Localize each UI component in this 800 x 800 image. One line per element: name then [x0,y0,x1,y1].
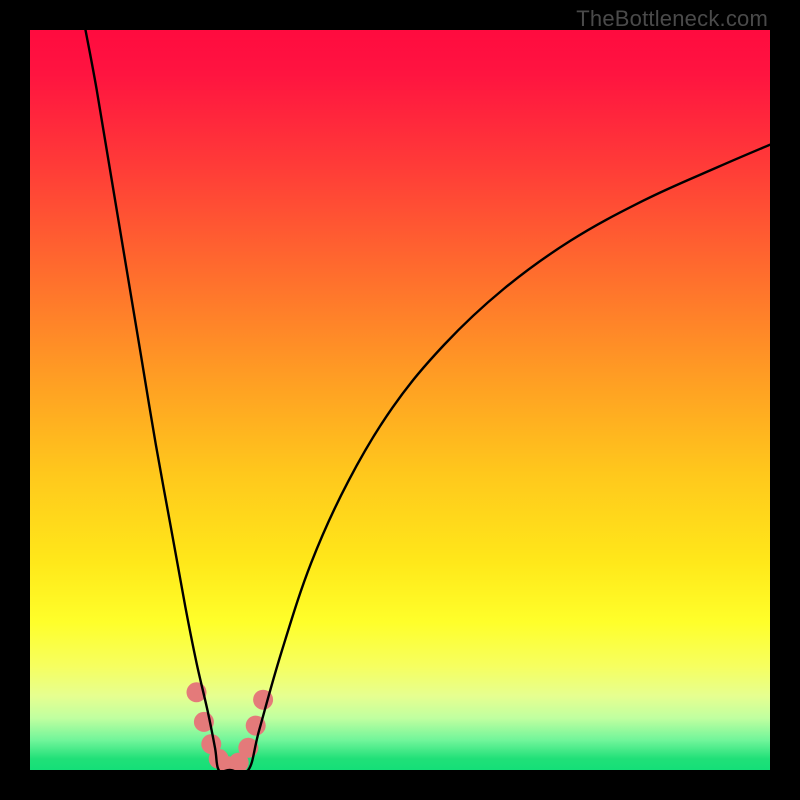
curve-layer [30,30,770,770]
plot-area [30,30,770,770]
chart-frame: TheBottleneck.com [0,0,800,800]
watermark-text: TheBottleneck.com [576,6,768,32]
bottleneck-curve [86,30,771,770]
